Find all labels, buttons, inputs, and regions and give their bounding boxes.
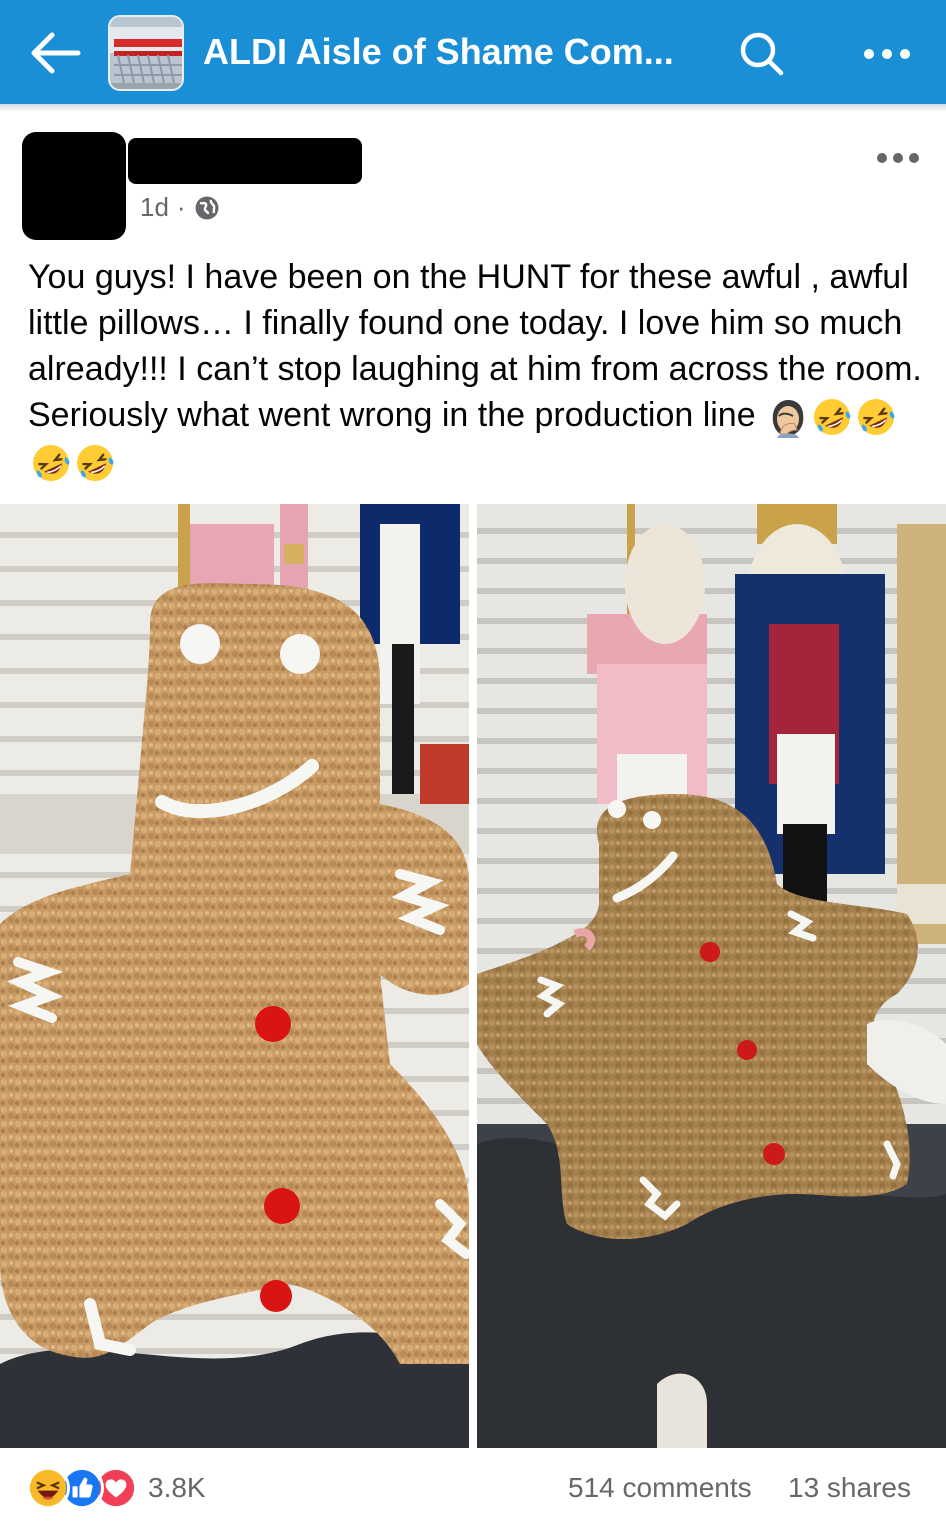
group-title[interactable]: ALDI Aisle of Shame Com...	[203, 30, 703, 74]
more-horizontal-icon	[864, 49, 910, 59]
rolling-laughing-emoji	[814, 399, 851, 436]
haha-reaction-icon	[26, 1466, 70, 1510]
app-bar: ALDI Aisle of Shame Com...	[0, 0, 946, 104]
author-avatar-redacted[interactable]	[22, 132, 126, 240]
gingerbread-pillow-photo	[0, 504, 469, 1448]
rolling-laughing-emoji	[77, 445, 114, 482]
post-timestamp[interactable]: 1d	[140, 192, 169, 223]
post-photo-1[interactable]	[0, 504, 469, 1448]
rolling-laughing-emoji	[858, 399, 895, 436]
search-button[interactable]	[734, 26, 790, 82]
post-body: You guys! I have been on the HUNT for th…	[28, 254, 928, 484]
meta-separator: ·	[176, 192, 186, 222]
globe-icon	[195, 196, 219, 219]
comments-count[interactable]: 514 comments	[568, 1470, 752, 1506]
group-menu-button[interactable]	[852, 26, 922, 82]
reaction-icons[interactable]	[26, 1466, 138, 1510]
back-button[interactable]	[26, 26, 86, 80]
author-name-redacted[interactable]	[128, 138, 362, 184]
post-photo-2[interactable]	[477, 504, 946, 1448]
arrow-left-icon	[31, 32, 81, 74]
post-meta: 1d ·	[140, 192, 220, 223]
more-horizontal-icon	[877, 153, 919, 163]
app-bar-shadow	[0, 104, 946, 112]
post-menu-button[interactable]	[868, 138, 928, 178]
shopping-carts-image	[110, 17, 182, 89]
shares-count[interactable]: 13 shares	[788, 1470, 911, 1506]
search-icon	[740, 32, 784, 76]
rolling-laughing-emoji	[33, 445, 70, 482]
reaction-count[interactable]: 3.8K	[148, 1470, 206, 1506]
group-cover-thumbnail[interactable]	[108, 15, 184, 91]
facepalm-woman-emoji	[772, 400, 804, 439]
gingerbread-pillow-photo	[477, 504, 946, 1448]
